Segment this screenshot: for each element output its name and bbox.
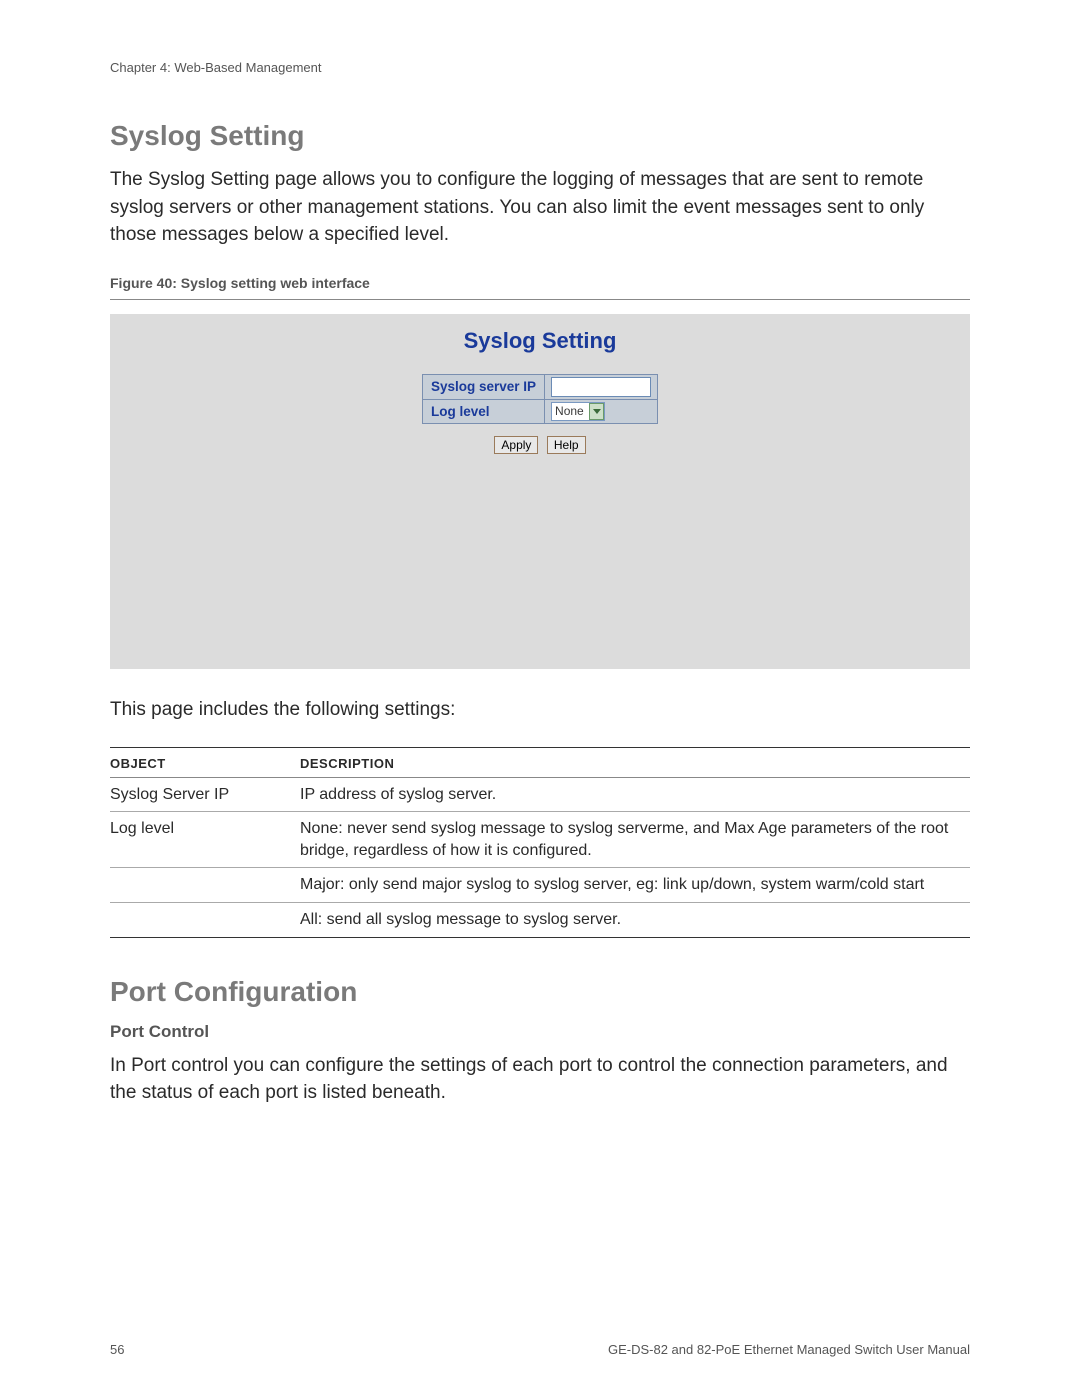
interface-title: Syslog Setting <box>120 328 960 354</box>
settings-lead: This page includes the following setting… <box>110 699 970 721</box>
syslog-ip-label: Syslog server IP <box>422 374 544 399</box>
cell-object: Log level <box>110 812 300 868</box>
cell-description: Major: only send major syslog to syslog … <box>300 868 970 903</box>
chapter-label: Chapter 4: Web-Based Management <box>110 60 970 75</box>
page-number: 56 <box>110 1342 124 1357</box>
log-level-label: Log level <box>422 399 544 423</box>
col-header-object: OBJECT <box>110 747 300 777</box>
log-level-value: None <box>555 404 587 418</box>
log-level-select[interactable]: None <box>551 402 605 421</box>
cell-description: All: send all syslog message to syslog s… <box>300 903 970 938</box>
table-row: Log level None: never send syslog messag… <box>110 812 970 868</box>
chevron-down-icon <box>589 403 604 420</box>
help-button[interactable]: Help <box>547 436 586 454</box>
page-footer: 56 GE-DS-82 and 82-PoE Ethernet Managed … <box>110 1342 970 1357</box>
table-row: Major: only send major syslog to syslog … <box>110 868 970 903</box>
cell-object <box>110 903 300 938</box>
settings-table: OBJECT DESCRIPTION Syslog Server IP IP a… <box>110 747 970 938</box>
interface-buttons: Apply Help <box>120 436 960 454</box>
syslog-ip-input[interactable] <box>551 377 651 397</box>
table-row: All: send all syslog message to syslog s… <box>110 903 970 938</box>
section-title-port-config: Port Configuration <box>110 976 970 1008</box>
section-title-syslog: Syslog Setting <box>110 120 970 152</box>
subsection-port-control: Port Control <box>110 1022 970 1042</box>
syslog-settings-form: Syslog server IP Log level None <box>422 374 658 424</box>
figure-frame: Syslog Setting Syslog server IP Log leve… <box>110 314 970 669</box>
port-control-intro: In Port control you can configure the se… <box>110 1052 970 1107</box>
cell-description: IP address of syslog server. <box>300 777 970 812</box>
cell-description: None: never send syslog message to syslo… <box>300 812 970 868</box>
cell-object <box>110 868 300 903</box>
manual-title: GE-DS-82 and 82-PoE Ethernet Managed Swi… <box>608 1342 970 1357</box>
apply-button[interactable]: Apply <box>494 436 538 454</box>
figure-caption: Figure 40: Syslog setting web interface <box>110 275 970 300</box>
col-header-description: DESCRIPTION <box>300 747 970 777</box>
syslog-intro: The Syslog Setting page allows you to co… <box>110 166 970 249</box>
table-row: Syslog Server IP IP address of syslog se… <box>110 777 970 812</box>
cell-object: Syslog Server IP <box>110 777 300 812</box>
